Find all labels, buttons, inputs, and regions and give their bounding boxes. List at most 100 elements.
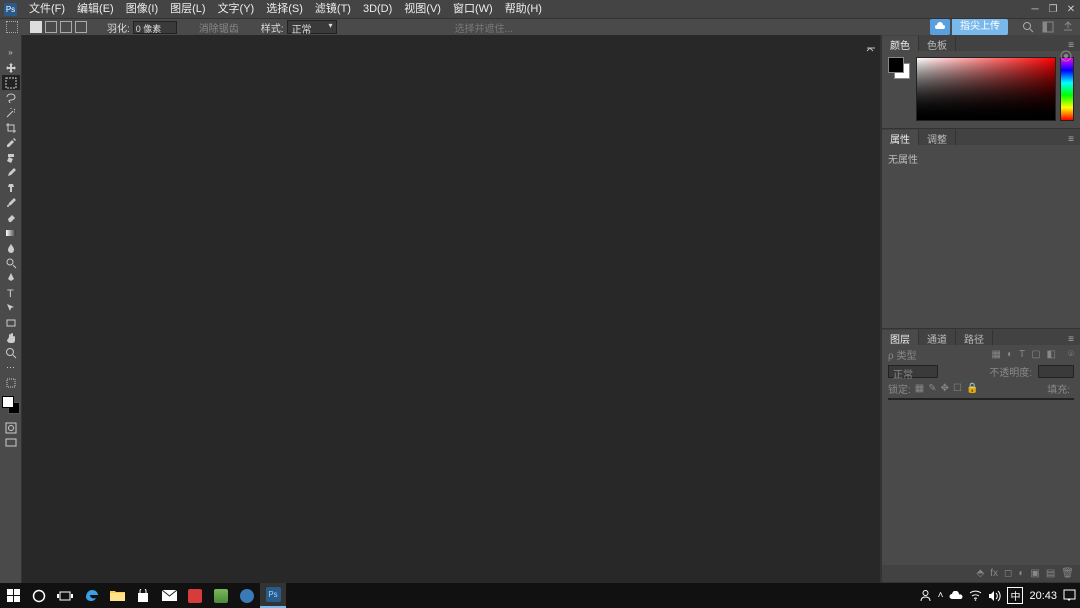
taskbar-mail[interactable] — [156, 583, 182, 608]
link-layers-icon[interactable]: ⬘ — [977, 568, 985, 579]
tool-brush[interactable] — [2, 165, 20, 180]
tray-onedrive-icon[interactable] — [949, 591, 963, 601]
color-swatches[interactable] — [2, 396, 20, 414]
tray-people-icon[interactable] — [919, 589, 932, 602]
layer-fx-icon[interactable]: fx — [990, 568, 998, 579]
tool-rectangle[interactable] — [2, 315, 20, 330]
tool-move[interactable] — [2, 60, 20, 75]
share-doc-icon[interactable] — [1062, 21, 1074, 33]
props-panel-menu-icon[interactable]: ≡ — [1062, 134, 1080, 145]
lock-artboard-icon[interactable]: ✥ — [941, 383, 949, 394]
menu-select[interactable]: 选择(S) — [260, 0, 309, 18]
selection-intersect-icon[interactable] — [75, 21, 87, 33]
history-shortcut-icon[interactable] — [862, 41, 880, 59]
menu-3d[interactable]: 3D(D) — [357, 0, 398, 18]
taskbar-explorer[interactable] — [104, 583, 130, 608]
lock-pixels-icon[interactable]: ▦ — [915, 383, 924, 394]
new-fill-icon[interactable]: ◐ — [1018, 568, 1024, 579]
filter-type-icon[interactable]: T — [1019, 349, 1025, 360]
cloud-icon[interactable] — [930, 19, 950, 35]
menu-file[interactable]: 文件(F) — [23, 0, 71, 18]
start-button[interactable] — [0, 583, 26, 608]
taskbar-store[interactable] — [130, 583, 156, 608]
tool-type[interactable]: T — [2, 285, 20, 300]
menu-image[interactable]: 图像(I) — [120, 0, 164, 18]
workspace-icon[interactable] — [1042, 21, 1054, 33]
taskbar-app-red[interactable] — [182, 583, 208, 608]
menu-view[interactable]: 视图(V) — [398, 0, 447, 18]
tab-layers[interactable]: 图层 — [882, 330, 919, 345]
tab-adjustments[interactable]: 调整 — [919, 130, 956, 145]
tray-clock[interactable]: 20:43 — [1029, 590, 1057, 602]
filter-adjust-icon[interactable]: ◐ — [1007, 349, 1013, 360]
tray-wifi-icon[interactable] — [969, 590, 982, 601]
tool-lasso[interactable] — [2, 90, 20, 105]
tab-channels[interactable]: 通道 — [919, 330, 956, 345]
close-button[interactable]: ✕ — [1062, 0, 1080, 18]
selection-new-icon[interactable] — [30, 21, 42, 33]
tool-eraser[interactable] — [2, 210, 20, 225]
maximize-button[interactable]: ❐ — [1044, 0, 1062, 18]
tool-history-brush[interactable] — [2, 195, 20, 210]
menu-layer[interactable]: 图层(L) — [164, 0, 211, 18]
tab-paths[interactable]: 路径 — [956, 330, 993, 345]
color-fg-swatch[interactable] — [888, 57, 904, 73]
tool-pen[interactable] — [2, 270, 20, 285]
tool-more[interactable]: ⋯ — [2, 360, 20, 375]
menu-filter[interactable]: 滤镜(T) — [309, 0, 357, 18]
tray-notifications-icon[interactable] — [1063, 589, 1076, 602]
lock-all-icon[interactable]: 🔒 — [966, 383, 978, 394]
tool-edit-toolbar[interactable] — [2, 375, 20, 390]
tab-properties[interactable]: 属性 — [882, 130, 919, 145]
foreground-color-swatch[interactable] — [2, 396, 14, 408]
tool-rect-marquee[interactable] — [2, 75, 20, 90]
opacity-input[interactable] — [1038, 365, 1074, 378]
new-layer-icon[interactable]: ▤ — [1046, 568, 1055, 579]
canvas[interactable] — [22, 35, 881, 583]
menu-edit[interactable]: 编辑(E) — [71, 0, 120, 18]
taskbar-app-green[interactable] — [208, 583, 234, 608]
feather-input[interactable]: 0 像素 — [133, 21, 177, 34]
tray-volume-icon[interactable] — [988, 590, 1001, 602]
menu-help[interactable]: 帮助(H) — [499, 0, 548, 18]
tool-blur[interactable] — [2, 240, 20, 255]
filter-pixel-icon[interactable]: ▦ — [991, 349, 1000, 360]
collapse-toolbox-icon[interactable]: » — [2, 45, 20, 60]
screenmode-toggle[interactable] — [2, 435, 20, 450]
tab-color[interactable]: 颜色 — [882, 36, 919, 51]
lock-position-icon[interactable]: ✎ — [928, 383, 936, 394]
tool-zoom[interactable] — [2, 345, 20, 360]
tool-hand[interactable] — [2, 330, 20, 345]
taskbar-photoshop[interactable]: Ps — [260, 583, 286, 608]
tool-crop[interactable] — [2, 120, 20, 135]
selection-add-icon[interactable] — [45, 21, 57, 33]
tool-gradient[interactable] — [2, 225, 20, 240]
layer-mask-icon[interactable]: ◻ — [1004, 568, 1012, 579]
search-icon[interactable] — [1022, 21, 1034, 33]
tool-magic-wand[interactable] — [2, 105, 20, 120]
brushes-shortcut-icon[interactable] — [1057, 47, 1075, 65]
menu-type[interactable]: 文字(Y) — [212, 0, 261, 18]
tool-eyedropper[interactable] — [2, 135, 20, 150]
tray-overflow-icon[interactable]: ˄ — [938, 590, 944, 601]
taskview-icon[interactable] — [52, 583, 78, 608]
tool-dodge[interactable] — [2, 255, 20, 270]
hue-slider[interactable] — [1060, 57, 1074, 121]
filter-smart-icon[interactable]: ◧ — [1047, 349, 1056, 360]
taskbar-edge[interactable] — [78, 583, 104, 608]
menu-window[interactable]: 窗口(W) — [447, 0, 499, 18]
style-select[interactable]: 正常 — [287, 20, 337, 34]
new-group-icon[interactable]: ▣ — [1030, 568, 1039, 579]
tray-ime-badge[interactable]: 中 — [1007, 587, 1023, 604]
filter-shape-icon[interactable]: ▢ — [1031, 349, 1040, 360]
tool-path-select[interactable] — [2, 300, 20, 315]
tool-spot-heal[interactable] — [2, 150, 20, 165]
tool-clone[interactable] — [2, 180, 20, 195]
share-button[interactable]: 指尖上传 — [952, 19, 1008, 35]
taskbar-app-blue[interactable] — [234, 583, 260, 608]
minimize-button[interactable]: ─ — [1026, 0, 1044, 18]
delete-layer-icon[interactable]: 🗑 — [1061, 568, 1074, 579]
filter-toggle-icon[interactable]: ⌾ — [1068, 349, 1074, 360]
quickmask-toggle[interactable] — [2, 420, 20, 435]
layers-panel-menu-icon[interactable]: ≡ — [1062, 334, 1080, 345]
